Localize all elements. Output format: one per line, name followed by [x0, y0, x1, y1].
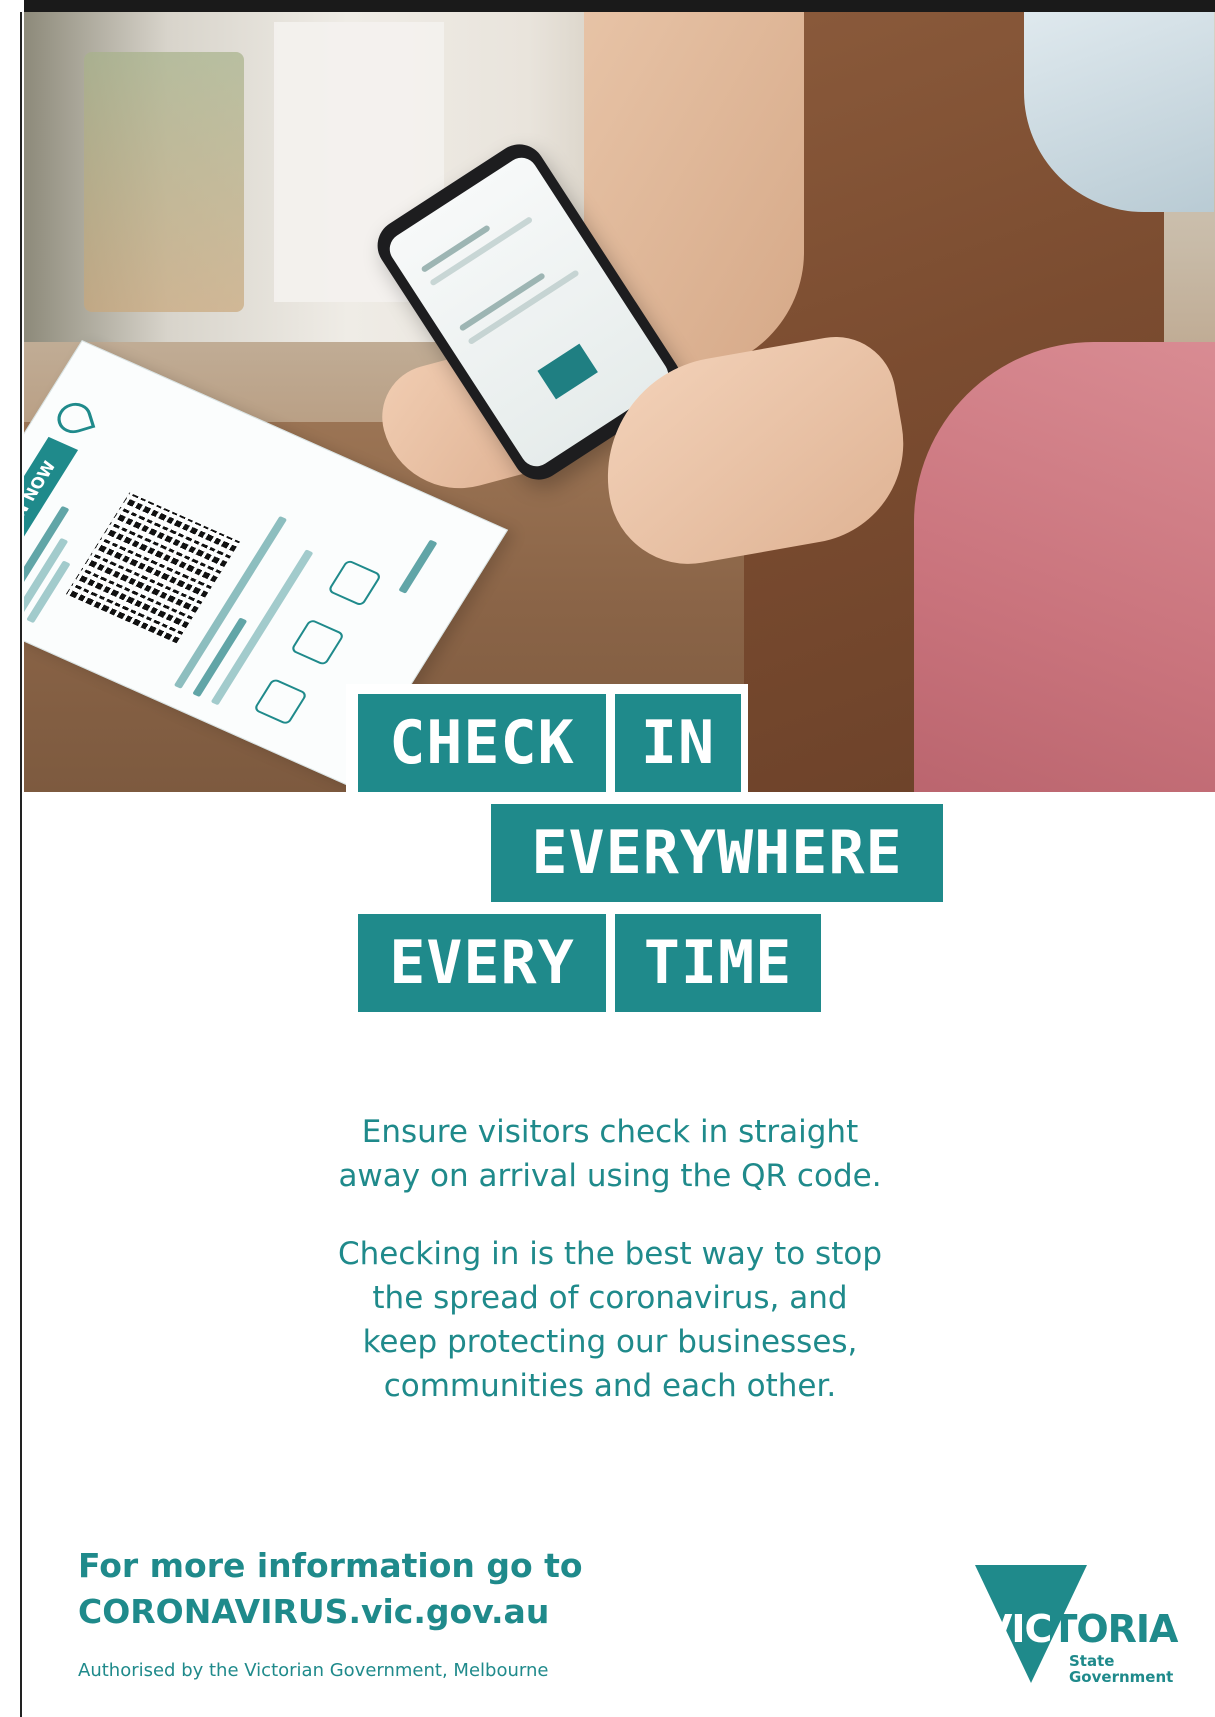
card-step-icon: [252, 677, 309, 726]
logo-state-line: State: [1069, 1652, 1115, 1670]
logo-wordmark: VICTORIA: [983, 1607, 1178, 1651]
authorised-statement: Authorised by the Victorian Government, …: [78, 1660, 549, 1681]
hero-photo: CHECK IN NOW: [24, 12, 1215, 792]
logo-government-line: Government: [1069, 1668, 1174, 1686]
photo-background-jar: [84, 52, 244, 312]
page-left-border: [20, 12, 22, 1717]
headline-everywhere: EVERYWHERE: [491, 804, 943, 902]
body-paragraph-2: Checking in is the best way to stop the …: [230, 1232, 990, 1408]
location-pin-icon: [53, 398, 96, 438]
victoria-state-government-logo: VICTORIA State Government: [975, 1565, 1185, 1685]
body-paragraph-1: Ensure visitors check in straight away o…: [230, 1110, 990, 1198]
body-line: keep protecting our businesses,: [362, 1324, 858, 1360]
logo-subtitle: State Government: [1069, 1653, 1173, 1685]
body-line: Ensure visitors check in straight: [361, 1114, 859, 1150]
phone-screen-logo: [537, 343, 598, 400]
card-step-icon: [327, 558, 383, 607]
phone-screen-line: [467, 269, 580, 346]
card-step-icon: [289, 618, 346, 667]
more-info-heading: For more information go to: [78, 1546, 583, 1585]
logo-word-part2: TORIA: [1051, 1607, 1178, 1651]
body-line: away on arrival using the QR code.: [338, 1158, 882, 1194]
more-info-link[interactable]: CORONAVIRUS.vic.gov.au: [78, 1590, 549, 1634]
body-line: communities and each other.: [383, 1368, 837, 1404]
photo-sleeve: [914, 342, 1215, 792]
card-logo: [398, 539, 438, 594]
headline-time: TIME: [615, 914, 821, 1012]
headline-every: EVERY: [358, 914, 606, 1012]
logo-word-part1: VIC: [983, 1607, 1052, 1651]
body-line: the spread of coronavirus, and: [372, 1280, 848, 1316]
card-text-line: [210, 549, 314, 706]
page-top-border: [0, 0, 1215, 12]
headline-check: CHECK: [358, 694, 606, 792]
body-line: Checking in is the best way to stop: [338, 1236, 882, 1272]
headline-in: IN: [615, 694, 741, 792]
